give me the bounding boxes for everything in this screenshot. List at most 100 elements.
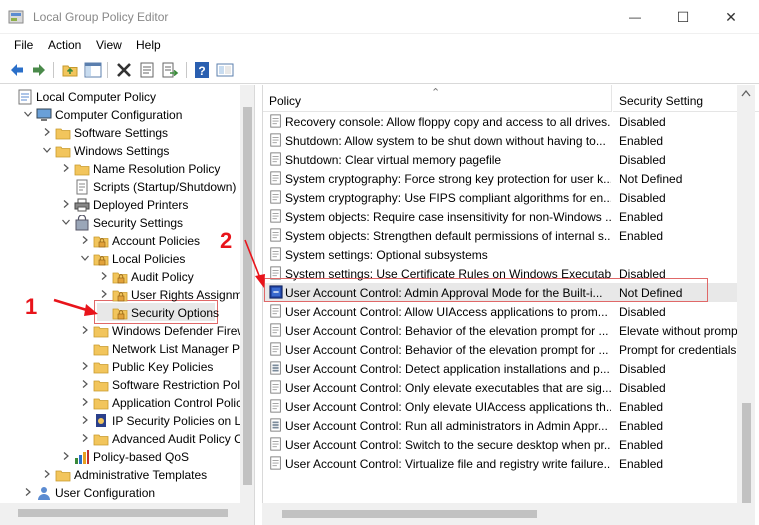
forward-icon[interactable] bbox=[30, 61, 48, 79]
policy-scrollbar-thumb[interactable] bbox=[742, 403, 751, 503]
policy-row[interactable]: System cryptography: Use FIPS compliant … bbox=[263, 188, 741, 207]
policy-name: User Account Control: Allow UIAccess app… bbox=[285, 305, 608, 319]
tree-node-administrative-templates[interactable]: Administrative Templates bbox=[0, 466, 240, 484]
tree-node-label: Local Policies bbox=[112, 252, 186, 266]
menu-file[interactable]: File bbox=[14, 38, 33, 52]
policy-row[interactable]: System settings: Optional subsystems bbox=[263, 245, 741, 264]
help-icon[interactable]: ? bbox=[193, 61, 211, 79]
tree-node-scripts-startup-shutdown[interactable]: Scripts (Startup/Shutdown) bbox=[0, 178, 240, 196]
tree-node-local-computer-policy[interactable]: Local Computer Policy bbox=[0, 88, 240, 106]
tree-hscroll-thumb[interactable] bbox=[18, 509, 228, 517]
tree-node-local-policies[interactable]: Local Policies bbox=[0, 250, 240, 268]
policy-row[interactable]: User Account Control: Virtualize file an… bbox=[263, 454, 741, 473]
collapsed-chevron-icon[interactable] bbox=[80, 433, 90, 443]
policy-row[interactable]: System objects: Require case insensitivi… bbox=[263, 207, 741, 226]
expanded-chevron-icon[interactable] bbox=[61, 217, 71, 227]
policy-row[interactable]: Recovery console: Allow floppy copy and … bbox=[263, 112, 741, 131]
ip-security-icon bbox=[96, 414, 106, 427]
collapsed-chevron-icon[interactable] bbox=[80, 235, 90, 245]
tree-node-windows-defender-firew[interactable]: Windows Defender Firew bbox=[0, 322, 246, 340]
policy-row[interactable]: User Account Control: Only elevate UIAcc… bbox=[263, 397, 741, 416]
collapsed-chevron-icon[interactable] bbox=[80, 415, 90, 425]
collapsed-chevron-icon[interactable] bbox=[61, 163, 71, 173]
tree-node-audit-policy[interactable]: Audit Policy bbox=[0, 268, 240, 286]
tree-scrollbar-thumb[interactable] bbox=[243, 107, 252, 485]
policy-row[interactable]: Shutdown: Allow system to be shut down w… bbox=[263, 131, 741, 150]
menu-action[interactable]: Action bbox=[48, 38, 81, 52]
computer-policy-icon bbox=[18, 89, 32, 105]
maximize-button[interactable]: ☐ bbox=[660, 0, 706, 34]
expanded-chevron-icon[interactable] bbox=[42, 145, 52, 155]
minimize-button[interactable]: — bbox=[612, 0, 658, 34]
tree-horizontal-scrollbar[interactable] bbox=[0, 503, 240, 525]
delete-icon[interactable] bbox=[115, 61, 133, 79]
back-icon[interactable] bbox=[8, 61, 26, 79]
lock-folder-icon bbox=[112, 290, 128, 302]
tree-node-account-policies[interactable]: Account Policies bbox=[0, 232, 240, 250]
policy-row[interactable]: User Account Control: Behavior of the el… bbox=[263, 321, 741, 340]
tree-node-network-list-manager-po[interactable]: Network List Manager Po bbox=[0, 340, 247, 358]
close-button[interactable]: ✕ bbox=[708, 0, 754, 34]
tree-node-policy-based-qos[interactable]: Policy-based QoS bbox=[0, 448, 240, 466]
collapsed-chevron-icon[interactable] bbox=[23, 487, 33, 497]
policy-row[interactable]: Shutdown: Clear virtual memory pagefile D… bbox=[263, 150, 741, 169]
up-folder-icon[interactable] bbox=[61, 61, 79, 79]
console-tree-pane[interactable]: Local Computer Policy Computer Configurat… bbox=[0, 85, 255, 525]
policy-row[interactable]: User Account Control: Allow UIAccess app… bbox=[263, 302, 741, 321]
tree-node-windows-settings[interactable]: Windows Settings bbox=[0, 142, 240, 160]
policy-horizontal-scrollbar[interactable] bbox=[262, 503, 737, 525]
tree-node-advanced-audit-policy-c[interactable]: Advanced Audit Policy C bbox=[0, 430, 243, 448]
printer-icon bbox=[74, 198, 90, 212]
menu-help[interactable]: Help bbox=[136, 38, 161, 52]
tree-vertical-scrollbar[interactable] bbox=[240, 85, 254, 525]
policy-name: User Account Control: Only elevate UIAcc… bbox=[285, 400, 611, 414]
policy-row[interactable]: User Account Control: Only elevate execu… bbox=[263, 378, 741, 397]
tree-node-security-settings[interactable]: Security Settings bbox=[0, 214, 240, 232]
policy-security-setting: Disabled bbox=[619, 362, 666, 376]
collapsed-chevron-icon[interactable] bbox=[61, 199, 71, 209]
export-list-icon[interactable] bbox=[161, 61, 179, 79]
tree-node-deployed-printers[interactable]: Deployed Printers bbox=[0, 196, 240, 214]
policy-hscroll-thumb[interactable] bbox=[282, 510, 537, 518]
scroll-up-arrow-icon[interactable] bbox=[741, 89, 751, 97]
collapsed-chevron-icon[interactable] bbox=[80, 379, 90, 389]
policy-row[interactable]: User Account Control: Switch to the secu… bbox=[263, 435, 741, 454]
expanded-chevron-icon[interactable] bbox=[80, 253, 90, 263]
collapsed-chevron-icon[interactable] bbox=[42, 469, 52, 479]
menu-view[interactable]: View bbox=[96, 38, 122, 52]
show-hide-tree-icon[interactable] bbox=[84, 61, 102, 79]
tree-node-name-resolution-policy[interactable]: Name Resolution Policy bbox=[0, 160, 240, 178]
policy-row[interactable]: System cryptography: Force strong key pr… bbox=[263, 169, 741, 188]
policy-doc-icon bbox=[270, 342, 281, 356]
tree-node-label: Windows Settings bbox=[74, 144, 170, 158]
policy-security-setting: Enabled bbox=[619, 134, 664, 148]
tree-node-application-control-polic[interactable]: Application Control Polic bbox=[0, 394, 242, 412]
collapsed-chevron-icon[interactable] bbox=[80, 325, 90, 335]
policy-row[interactable]: System objects: Strengthen default permi… bbox=[263, 226, 741, 245]
tree-node-label: Scripts (Startup/Shutdown) bbox=[93, 180, 237, 194]
tree-node-user-configuration[interactable]: User Configuration bbox=[0, 484, 240, 502]
collapsed-chevron-icon[interactable] bbox=[99, 271, 109, 281]
collapsed-chevron-icon[interactable] bbox=[42, 127, 52, 137]
folder-icon bbox=[93, 362, 109, 374]
policy-row[interactable]: User Account Control: Run all administra… bbox=[263, 416, 741, 435]
tree-node-computer-configuration[interactable]: Computer Configuration bbox=[0, 106, 240, 124]
policy-row[interactable]: User Account Control: Behavior of the el… bbox=[263, 340, 741, 359]
policy-row[interactable]: User Account Control: Detect application… bbox=[263, 359, 741, 378]
tree-node-software-restriction-polic[interactable]: Software Restriction Polic bbox=[0, 376, 249, 394]
policy-doc-icon bbox=[270, 247, 281, 261]
policy-list-pane[interactable]: ⌃ Policy Security Setting Recovery conso… bbox=[262, 85, 759, 525]
tree-node-public-key-policies[interactable]: Public Key Policies bbox=[0, 358, 240, 376]
collapsed-chevron-icon[interactable] bbox=[80, 361, 90, 371]
toolbar-separator bbox=[107, 62, 108, 78]
policy-vertical-scrollbar[interactable] bbox=[737, 85, 755, 525]
expanded-chevron-icon[interactable] bbox=[23, 109, 33, 119]
collapsed-chevron-icon[interactable] bbox=[80, 397, 90, 407]
tree-node-software-settings[interactable]: Software Settings bbox=[0, 124, 240, 142]
properties-icon[interactable] bbox=[138, 61, 156, 79]
collapsed-chevron-icon[interactable] bbox=[61, 451, 71, 461]
extended-view-icon[interactable] bbox=[216, 61, 234, 79]
column-header-policy[interactable]: ⌃ Policy bbox=[263, 85, 612, 112]
tree-node-ip-security-policies-on-lo[interactable]: IP Security Policies on Lo bbox=[0, 412, 248, 430]
policy-name: System objects: Strengthen default permi… bbox=[285, 229, 611, 243]
